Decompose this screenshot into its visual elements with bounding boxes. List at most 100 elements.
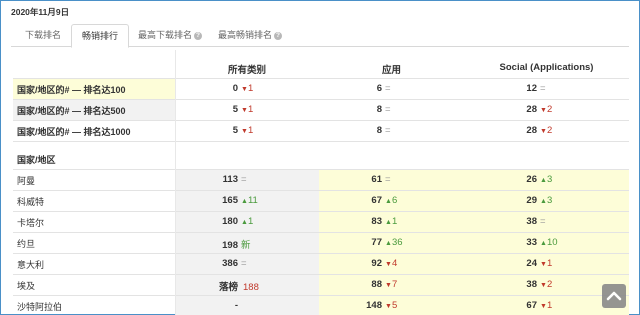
rank-value: 落榜	[218, 282, 238, 293]
country-name[interactable]: 科威特	[17, 195, 44, 208]
triangle-up-icon: ▲	[385, 219, 392, 226]
triangle-up-icon: ▲	[241, 219, 248, 226]
rank-value: 83	[371, 216, 382, 227]
row-divider	[13, 211, 629, 212]
rank-cell: 198 新	[181, 237, 321, 251]
rank-value: 29	[526, 195, 537, 206]
scroll-top-button[interactable]	[602, 284, 626, 308]
tab-highest-downloads[interactable]: 最高下载排名?	[129, 24, 211, 47]
rank-change-value: 11	[247, 195, 258, 206]
rank-change-value: 3	[546, 195, 553, 206]
column-header-applications[interactable]: 应用	[319, 62, 464, 76]
rank-cell: 113 =	[181, 174, 321, 185]
rank-cell: 8 =	[325, 104, 465, 115]
country-name[interactable]: 意大利	[17, 258, 44, 271]
rank-down-indicator: ▼1	[540, 258, 552, 269]
triangle-up-icon: ▲	[241, 198, 248, 205]
summary-row-label: 国家/地区的# — 排名达1000	[17, 127, 131, 137]
tab-top-grossing[interactable]: 畅销排行	[71, 24, 129, 48]
row-divider	[13, 190, 629, 191]
row-divider	[13, 78, 629, 79]
rank-value: 165	[222, 195, 238, 206]
rank-change-value: 1	[247, 83, 254, 94]
rank-value: 92	[371, 258, 382, 269]
rank-value: 148	[366, 300, 382, 311]
rank-value: 33	[526, 237, 537, 248]
help-icon[interactable]: ?	[274, 32, 282, 40]
rank-down-indicator: ▼1	[241, 104, 253, 115]
tab-downloads[interactable]: 下载排名	[15, 24, 71, 47]
column-header-all-categories[interactable]: 所有类别	[175, 62, 319, 76]
tab-bar: 下载排名 畅销排行 最高下载排名? 最高畅销排名?	[11, 22, 629, 48]
rank-down-indicator: ▼2	[540, 104, 552, 115]
equal-icon: =	[385, 104, 391, 115]
row-divider	[13, 141, 629, 142]
triangle-down-icon: ▼	[241, 128, 248, 135]
tab-highest-grossing[interactable]: 最高畅销排名?	[209, 24, 291, 47]
rank-change-value: 1	[391, 216, 398, 227]
report-date: 2020年11月9日	[11, 7, 70, 17]
triangle-down-icon: ▼	[540, 128, 547, 135]
rank-up-indicator: ▲1	[385, 216, 397, 227]
rank-cell: 83 ▲1	[325, 216, 465, 227]
rank-change-value: 188	[243, 282, 259, 293]
chevron-up-icon	[606, 291, 622, 301]
triangle-down-icon: ▼	[540, 107, 547, 114]
triangle-up-icon: ▲	[540, 240, 547, 247]
rank-cell: 88 ▼7	[325, 279, 465, 290]
rank-change-value: 2	[546, 125, 553, 136]
rank-value: 5	[232, 104, 238, 115]
rank-cell: 386 =	[181, 258, 321, 269]
tab-label: 最高下载排名	[137, 30, 192, 40]
rank-value: -	[234, 300, 238, 311]
rank-up-indicator: ▲10	[540, 237, 558, 248]
rank-value: 38	[526, 279, 537, 290]
rank-value: 26	[526, 174, 537, 185]
rank-up-indicator: ▲1	[241, 216, 253, 227]
rank-cell: 落榜 188	[181, 279, 321, 293]
triangle-down-icon: ▼	[540, 282, 547, 289]
rank-cell: 12 =	[480, 83, 620, 94]
rank-cell: 38 =	[480, 216, 620, 227]
country-name[interactable]: 埃及	[17, 279, 35, 292]
rank-down-indicator: ▼2	[540, 125, 552, 136]
rank-up-indicator: ▲11	[241, 195, 258, 206]
rank-up-indicator: ▲36	[385, 237, 403, 248]
column-header-social[interactable]: Social (Applications)	[464, 62, 629, 73]
rank-up-indicator: ▲3	[540, 195, 552, 206]
triangle-down-icon: ▼	[540, 303, 547, 310]
rank-change-value: 4	[391, 258, 398, 269]
triangle-down-icon: ▼	[241, 86, 248, 93]
country-name[interactable]: 阿曼	[17, 174, 35, 187]
rank-cell: 61 =	[325, 174, 465, 185]
triangle-down-icon: ▼	[385, 261, 392, 268]
row-divider	[13, 169, 629, 170]
rank-change-value: 10	[546, 237, 558, 248]
rank-down-indicator: ▼7	[385, 279, 397, 290]
help-icon[interactable]: ?	[194, 32, 202, 40]
triangle-down-icon: ▼	[385, 303, 392, 310]
rank-cell: 28 ▼2	[480, 104, 620, 115]
rank-change-value: 5	[391, 300, 398, 311]
equal-icon: =	[385, 83, 391, 94]
country-name[interactable]: 卡塔尔	[17, 216, 44, 229]
rank-cell: 38 ▼2	[480, 279, 620, 290]
rank-cell: 8 =	[325, 125, 465, 136]
country-name[interactable]: 约旦	[17, 237, 35, 250]
rank-value: 24	[526, 258, 537, 269]
country-name[interactable]: 沙特阿拉伯	[17, 300, 62, 313]
rank-down-indicator: ▼1	[241, 125, 253, 136]
rank-value: 113	[222, 174, 238, 185]
rank-down-indicator: ▼2	[540, 279, 552, 290]
rank-value: 88	[371, 279, 382, 290]
summary-row-label: 国家/地区的# — 排名达100	[17, 85, 126, 95]
rank-value: 28	[526, 104, 537, 115]
rank-cell: 67 ▲6	[325, 195, 465, 206]
rank-cell: 29 ▲3	[480, 195, 620, 206]
rank-change-value: 1	[546, 258, 553, 269]
rank-cell: 148 ▼5	[325, 300, 465, 311]
rank-down-indicator: ▼1	[241, 83, 253, 94]
rank-cell: 24 ▼1	[480, 258, 620, 269]
rank-value: 67	[371, 195, 382, 206]
triangle-up-icon: ▲	[385, 240, 392, 247]
